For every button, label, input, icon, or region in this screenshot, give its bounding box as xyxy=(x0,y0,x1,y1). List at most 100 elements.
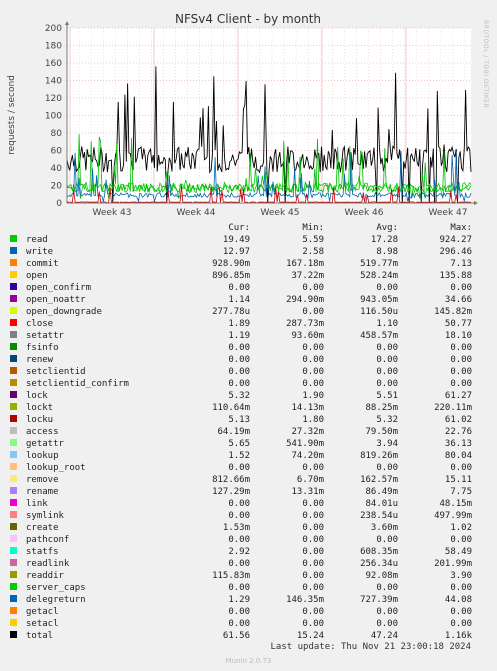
legend-avg: 5.51 xyxy=(376,391,398,401)
legend-swatch xyxy=(10,439,17,446)
legend-swatch xyxy=(10,355,17,362)
legend-min: 5.59 xyxy=(302,235,324,245)
legend-avg: 0.00 xyxy=(376,619,398,629)
header-cur: Cur: xyxy=(228,222,250,233)
legend-max: 0.00 xyxy=(450,607,472,617)
legend-name: read xyxy=(26,235,48,245)
legend-row: link 0.00 0.00 84.01u 48.15m xyxy=(10,498,472,510)
y-tick-label: 160 xyxy=(45,59,62,69)
legend-swatch xyxy=(10,607,17,614)
legend-avg: 3.94 xyxy=(376,439,398,449)
legend-min: 37.22m xyxy=(291,271,324,281)
legend-max: 497.99m xyxy=(434,511,472,521)
legend-max: 0.00 xyxy=(450,583,472,593)
legend-name: lookup xyxy=(26,451,59,461)
legend-min: 14.13m xyxy=(291,403,324,413)
legend-swatch xyxy=(10,523,17,530)
legend-min: 0.00 xyxy=(302,619,324,629)
legend-avg: 0.00 xyxy=(376,367,398,377)
legend-swatch xyxy=(10,427,17,434)
legend-cur: 110.64m xyxy=(212,403,250,413)
last-update: Last update: Thu Nov 21 23:00:18 2024 xyxy=(270,642,471,652)
legend-avg: 727.39m xyxy=(360,595,398,605)
legend-swatch xyxy=(10,271,17,278)
y-axis-label: requests / second xyxy=(7,75,17,155)
legend-cur: 1.19 xyxy=(228,331,250,341)
legend-row: server_caps 0.00 0.00 0.00 0.00 xyxy=(10,582,472,594)
legend-avg: 84.01u xyxy=(365,499,398,509)
legend-max: 220.11m xyxy=(434,403,472,413)
legend-max: 22.76 xyxy=(444,427,472,437)
y-tick-label: 120 xyxy=(45,94,62,104)
legend-avg: 0.00 xyxy=(376,535,398,545)
legend-swatch xyxy=(10,283,17,290)
legend-cur: 896.85m xyxy=(212,271,250,281)
legend-avg: 162.57m xyxy=(360,475,398,485)
legend-min: 0.00 xyxy=(302,499,324,509)
legend-max: 145.82m xyxy=(434,307,472,317)
legend-avg: 0.00 xyxy=(376,463,398,473)
legend-name: server_caps xyxy=(26,583,86,593)
legend-swatch xyxy=(10,451,17,458)
legend-min: 0.00 xyxy=(302,283,324,293)
legend-swatch xyxy=(10,331,17,338)
legend-cur: 0.00 xyxy=(228,619,250,629)
x-tick-label: Week 45 xyxy=(261,208,300,218)
legend-name: getattr xyxy=(26,439,64,449)
legend-name: getacl xyxy=(26,607,59,617)
legend-avg: 3.60m xyxy=(370,523,398,533)
legend-max: 7.13 xyxy=(450,259,472,269)
legend-swatch xyxy=(10,619,17,626)
legend-avg: 1.10 xyxy=(376,319,398,329)
legend-header: Cur: Min: Avg: Max: xyxy=(10,221,472,234)
y-tick-label: 100 xyxy=(45,112,62,122)
legend-name: open_confirm xyxy=(26,283,92,293)
legend-swatch xyxy=(10,343,17,350)
y-tick-label: 180 xyxy=(45,42,62,52)
legend-cur: 0.00 xyxy=(228,583,250,593)
legend-name: readdir xyxy=(26,571,64,581)
y-axis-arrow xyxy=(65,21,69,25)
legend-min: 0.00 xyxy=(302,547,324,557)
legend-cur: 127.29m xyxy=(212,487,250,497)
legend-name: write xyxy=(26,247,54,257)
legend-max: 1.16k xyxy=(444,631,472,641)
legend-cur: 1.14 xyxy=(228,295,250,305)
legend-cur: 0.00 xyxy=(228,511,250,521)
legend-table: Cur: Min: Avg: Max: read 19.49 5.59 17.28 92… xyxy=(10,221,472,642)
legend-row: open_downgrade 277.78u 0.00 116.50u 145.82m xyxy=(10,306,472,318)
legend-row: readdir 115.83m 0.00 92.08m 3.90 xyxy=(10,570,472,582)
legend-row: create 1.53m 0.00 3.60m 1.02 xyxy=(10,522,472,534)
x-tick-label: Week 43 xyxy=(93,208,132,218)
legend-name: access xyxy=(26,427,59,437)
legend-name: close xyxy=(26,319,54,329)
legend-min: 15.24 xyxy=(296,631,324,641)
legend-row: open_noattr 1.14 294.90m 943.05m 34.66 xyxy=(10,294,472,306)
legend-cur: 5.13 xyxy=(228,415,250,425)
x-tick-label: Week 46 xyxy=(345,208,384,218)
munin-version: Munin 2.0.73 xyxy=(225,657,272,665)
legend-min: 0.00 xyxy=(302,463,324,473)
legend-swatch xyxy=(10,535,17,542)
legend-swatch xyxy=(10,379,17,386)
legend-max: 135.88 xyxy=(439,271,472,281)
legend-row: delegreturn 1.29 146.35m 727.39m 44.08 xyxy=(10,594,472,606)
legend-row: open 896.85m 37.22m 528.24m 135.88 xyxy=(10,270,472,282)
legend-cur: 1.52 xyxy=(228,451,250,461)
legend-name: commit xyxy=(26,259,59,269)
x-tick-label: Week 47 xyxy=(429,208,468,218)
legend-row: locku 5.13 1.80 5.32 61.02 xyxy=(10,414,472,426)
legend-max: 3.90 xyxy=(450,571,472,581)
legend-name: delegreturn xyxy=(26,595,86,605)
legend-swatch xyxy=(10,307,17,314)
legend-swatch xyxy=(10,583,17,590)
legend-min: 294.90m xyxy=(286,295,324,305)
legend-cur: 1.29 xyxy=(228,595,250,605)
legend-swatch xyxy=(10,571,17,578)
legend-row: lock 5.32 1.90 5.51 61.27 xyxy=(10,390,472,402)
legend-max: 0.00 xyxy=(450,379,472,389)
legend-row: open_confirm 0.00 0.00 0.00 0.00 xyxy=(10,282,472,294)
legend-name: link xyxy=(26,499,48,509)
legend-row: pathconf 0.00 0.00 0.00 0.00 xyxy=(10,534,472,546)
legend-swatch xyxy=(10,415,17,422)
